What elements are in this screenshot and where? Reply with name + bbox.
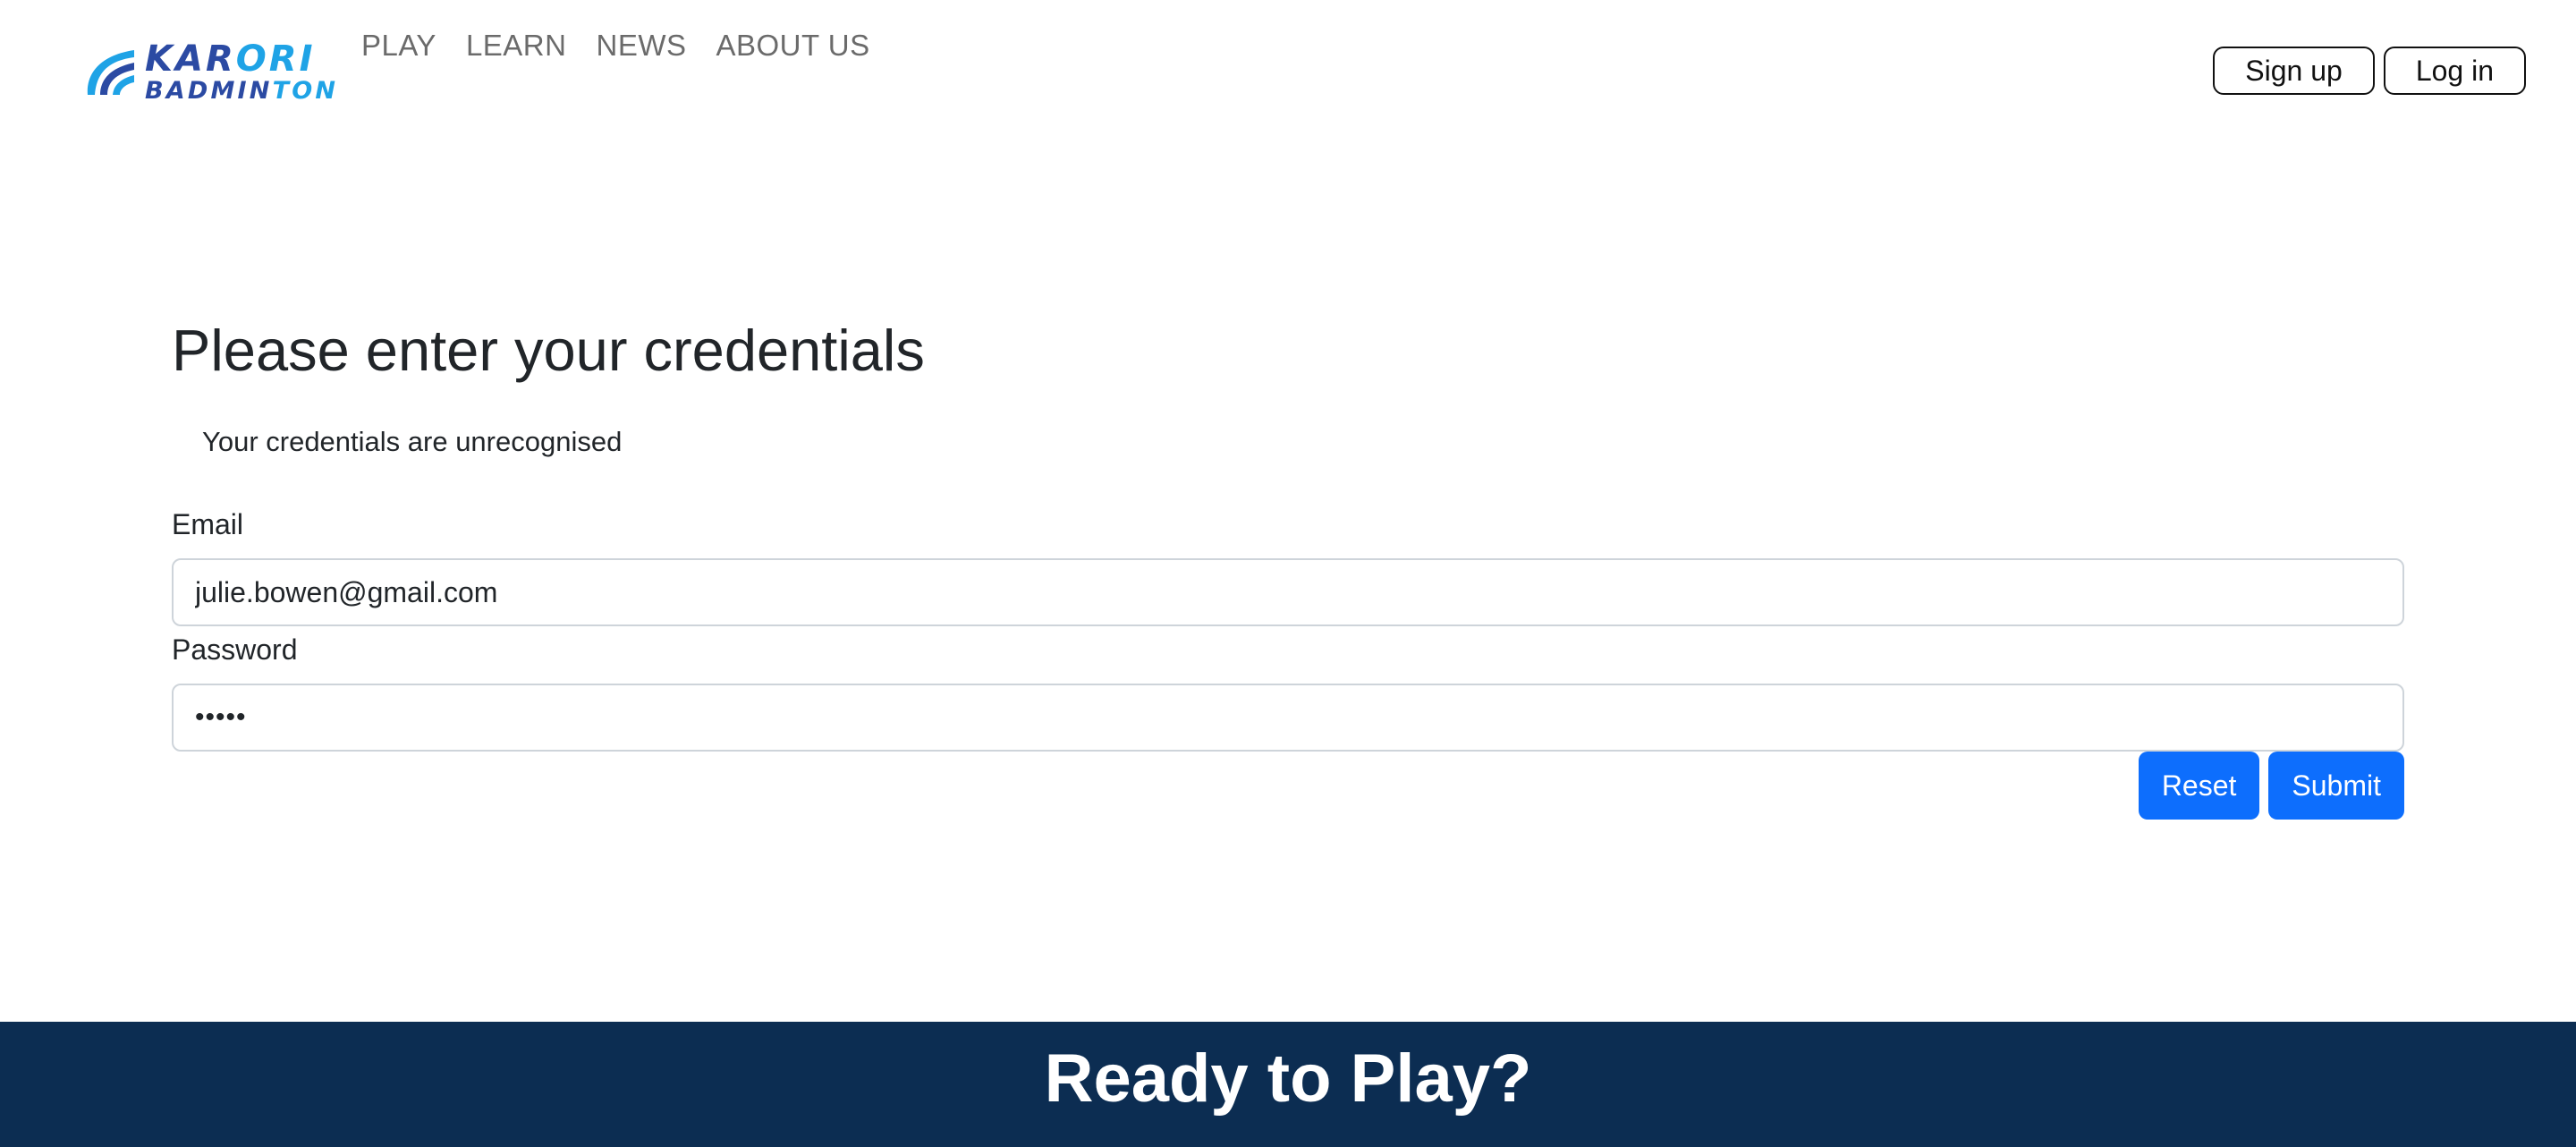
ready-to-play-banner: Ready to Play?	[0, 1022, 2576, 1147]
page-title: Please enter your credentials	[172, 318, 925, 383]
banner-title: Ready to Play?	[1044, 1041, 1532, 1117]
karori-badminton-logo[interactable]: KARORI BADMINTON	[82, 41, 335, 103]
email-label: Email	[172, 508, 244, 540]
nav-link-play[interactable]: PLAY	[361, 29, 436, 63]
logo-text-badmin: BADMIN	[145, 77, 273, 105]
logo-text-ri: RI	[268, 38, 316, 80]
form-actions: Reset Submit	[172, 752, 2404, 820]
password-label: Password	[172, 633, 298, 666]
nav-link-news[interactable]: NEWS	[596, 29, 686, 63]
site-header: KARORI BADMINTON PLAY LEARN NEWS ABOUT U…	[0, 0, 2576, 134]
submit-button[interactable]: Submit	[2268, 752, 2404, 820]
logo-text-o: O	[235, 38, 269, 80]
error-message: Your credentials are unrecognised	[202, 426, 623, 457]
nav-link-learn[interactable]: LEARN	[466, 29, 567, 63]
email-field[interactable]	[172, 558, 2404, 626]
logo-wordmark: KARORI BADMINTON	[145, 41, 338, 103]
nav-link-about-us[interactable]: ABOUT US	[716, 29, 869, 63]
password-field[interactable]	[172, 684, 2404, 752]
main-nav: PLAY LEARN NEWS ABOUT US	[361, 29, 870, 63]
logo-text-kar: KAR	[145, 38, 236, 80]
login-form: Email Password Reset Submit	[172, 506, 2404, 820]
login-form-section: Please enter your credentials Your crede…	[172, 313, 2404, 820]
reset-button[interactable]: Reset	[2138, 752, 2260, 820]
sign-up-button[interactable]: Sign up	[2213, 47, 2375, 95]
log-in-button[interactable]: Log in	[2383, 47, 2526, 95]
shuttlecock-swoosh-icon	[87, 50, 134, 95]
auth-buttons: Sign up Log in	[2213, 47, 2526, 95]
logo-text-ton: TON	[272, 77, 339, 105]
